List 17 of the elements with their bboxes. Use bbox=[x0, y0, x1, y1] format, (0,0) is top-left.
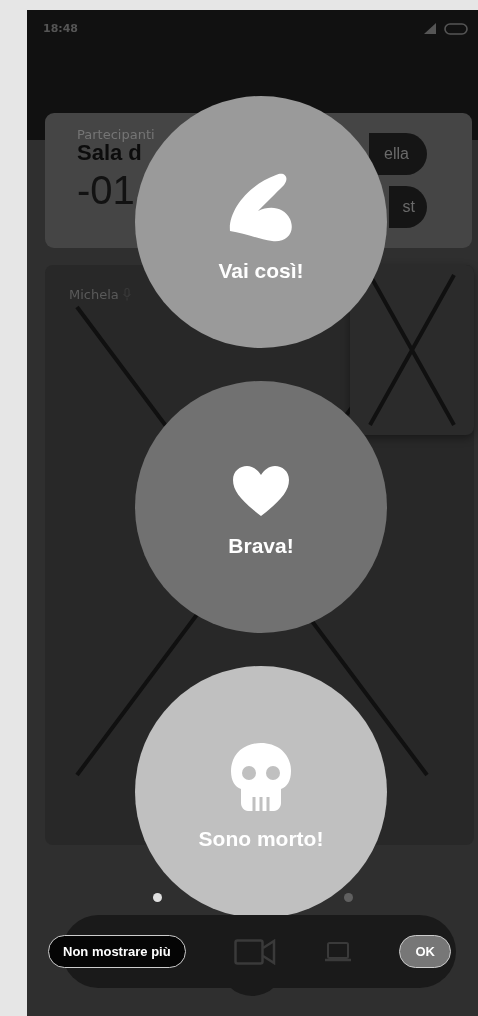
heart-icon bbox=[233, 466, 289, 518]
signal-icon bbox=[424, 23, 438, 34]
skull-icon bbox=[231, 743, 291, 811]
room-button[interactable]: ella bbox=[369, 133, 427, 175]
flexed-arm-icon bbox=[228, 171, 294, 243]
room-button[interactable]: st bbox=[389, 186, 427, 228]
battery-icon bbox=[444, 22, 468, 35]
page-dot[interactable] bbox=[152, 893, 162, 902]
page-dot[interactable] bbox=[343, 893, 353, 902]
reaction-label: Sono morto! bbox=[198, 827, 324, 851]
dismiss-button[interactable]: Non mostrare più bbox=[48, 935, 186, 968]
reaction-label: Vai così! bbox=[218, 259, 304, 283]
reaction-label: Brava! bbox=[228, 534, 294, 558]
camera-icon[interactable] bbox=[233, 938, 276, 965]
status-time: 18:48 bbox=[43, 22, 79, 35]
laptop-icon[interactable] bbox=[323, 940, 352, 963]
ok-button[interactable]: OK bbox=[399, 935, 451, 968]
